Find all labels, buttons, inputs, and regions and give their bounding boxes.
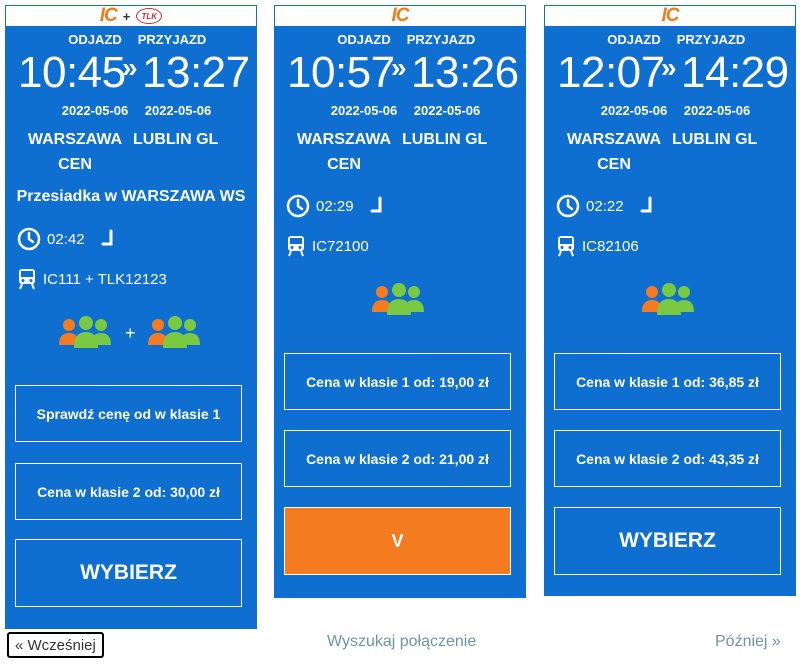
- train-numbers: IC72100: [312, 237, 369, 255]
- departure-time: 10:45: [18, 48, 126, 97]
- passenger-group-icon: [642, 283, 694, 315]
- clock-icon: [17, 227, 41, 251]
- seat-icon: [101, 229, 113, 246]
- arrival-time: 14:29: [681, 48, 789, 97]
- duration-value: 02:29: [316, 197, 354, 215]
- passenger-groups: [370, 282, 428, 323]
- earlier-link[interactable]: « Wcześniej: [7, 632, 104, 658]
- price-class-1-button[interactable]: Cena w klasie 1 od: 19,00 zł: [284, 353, 511, 410]
- departure-date: 2022-05-06: [600, 103, 668, 118]
- arrival-label: PRZYJAZD: [137, 32, 207, 47]
- passenger-groups: +: [57, 315, 204, 351]
- passenger-group-icon: [372, 283, 424, 315]
- times-block: ODJAZD PRZYJAZD 10:57 » 13:26 2022-05-06…: [274, 26, 526, 173]
- arrival-time: 13:27: [142, 48, 250, 97]
- price-class-1-button[interactable]: Sprawdź cenę od w klasie 1: [15, 385, 242, 442]
- duration-line: 02:22: [556, 194, 656, 218]
- group-plus: +: [125, 322, 136, 343]
- departure-date: 2022-05-06: [330, 103, 398, 118]
- price-class-2-button[interactable]: Cena w klasie 2 od: 21,00 zł: [284, 430, 511, 487]
- later-link[interactable]: Później »: [715, 633, 781, 651]
- ic-logo: IC: [391, 5, 410, 26]
- ic-logo: IC: [661, 5, 680, 26]
- departure-station: WARSZAWA CEN: [27, 131, 123, 173]
- arrival-label: PRZYJAZD: [406, 32, 476, 47]
- tlk-logo: TLK: [136, 8, 163, 24]
- arrow-icon: »: [122, 52, 138, 83]
- price-class-2-button[interactable]: Cena w klasie 2 od: 43,35 zł: [554, 430, 781, 487]
- price-class-2-button[interactable]: Cena w klasie 2 od: 30,00 zł: [15, 463, 242, 520]
- plus-sign: +: [122, 8, 131, 24]
- train-icon: [19, 269, 35, 290]
- carrier-logos: IC: [275, 6, 525, 26]
- train-icon: [288, 236, 304, 257]
- arrival-label: PRZYJAZD: [676, 32, 746, 47]
- times-block: ODJAZD PRZYJAZD 10:45 » 13:27 2022-05-06…: [5, 26, 257, 173]
- clock-icon: [286, 194, 310, 218]
- departure-station: WARSZAWA CEN: [566, 131, 662, 173]
- train-numbers: IC111 + TLK12123: [43, 270, 167, 288]
- departure-date: 2022-05-06: [61, 103, 129, 118]
- carrier-logos: IC: [545, 6, 795, 26]
- arrival-date: 2022-05-06: [683, 103, 751, 118]
- price-class-1-button[interactable]: Cena w klasie 1 od: 36,85 zł: [554, 353, 781, 410]
- carrier-logos: IC + TLK: [6, 6, 256, 26]
- search-connection-link[interactable]: Wyszukaj połączenie: [327, 633, 476, 651]
- arrow-icon: »: [661, 52, 677, 83]
- train-line: IC82106: [556, 235, 639, 257]
- seat-icon: [640, 196, 652, 213]
- clock-icon: [556, 194, 580, 218]
- connection-card-2: IC ODJAZD PRZYJAZD 10:57 » 13:26 2022-05…: [274, 5, 526, 598]
- departure-time: 10:57: [287, 48, 395, 97]
- arrival-station: LUBLIN GL: [402, 131, 488, 148]
- passenger-group-icon: [59, 316, 111, 348]
- departure-station: WARSZAWA CEN: [296, 131, 392, 173]
- arrow-icon: »: [391, 52, 407, 83]
- selected-button[interactable]: V: [284, 507, 511, 575]
- duration-value: 02:42: [47, 230, 85, 248]
- passenger-groups: [640, 282, 698, 323]
- select-button[interactable]: WYBIERZ: [15, 539, 242, 607]
- passenger-group-icon: [147, 316, 200, 348]
- train-icon: [558, 236, 574, 257]
- times-block: ODJAZD PRZYJAZD 12:07 » 14:29 2022-05-06…: [544, 26, 796, 173]
- train-line: IC72100: [286, 235, 369, 257]
- arrival-date: 2022-05-06: [144, 103, 212, 118]
- departure-time: 12:07: [557, 48, 665, 97]
- transfer-info: Przesiadka w WARSZAWA WS: [16, 188, 246, 205]
- seat-icon: [370, 196, 382, 213]
- arrival-station: LUBLIN GL: [672, 131, 758, 148]
- arrival-station: LUBLIN GL: [133, 131, 219, 148]
- select-button[interactable]: WYBIERZ: [554, 507, 781, 575]
- train-line: IC111 + TLK12123: [17, 268, 167, 290]
- connection-card-3: IC ODJAZD PRZYJAZD 12:07 » 14:29 2022-05…: [544, 5, 796, 596]
- connection-card-1: IC + TLK ODJAZD PRZYJAZD 10:45 » 13:27 2…: [5, 5, 257, 629]
- train-numbers: IC82106: [582, 237, 639, 255]
- duration-value: 02:22: [586, 197, 624, 215]
- arrival-date: 2022-05-06: [413, 103, 481, 118]
- ic-logo: IC: [99, 5, 118, 26]
- arrival-time: 13:26: [411, 48, 519, 97]
- duration-line: 02:42: [17, 227, 117, 251]
- duration-line: 02:29: [286, 194, 386, 218]
